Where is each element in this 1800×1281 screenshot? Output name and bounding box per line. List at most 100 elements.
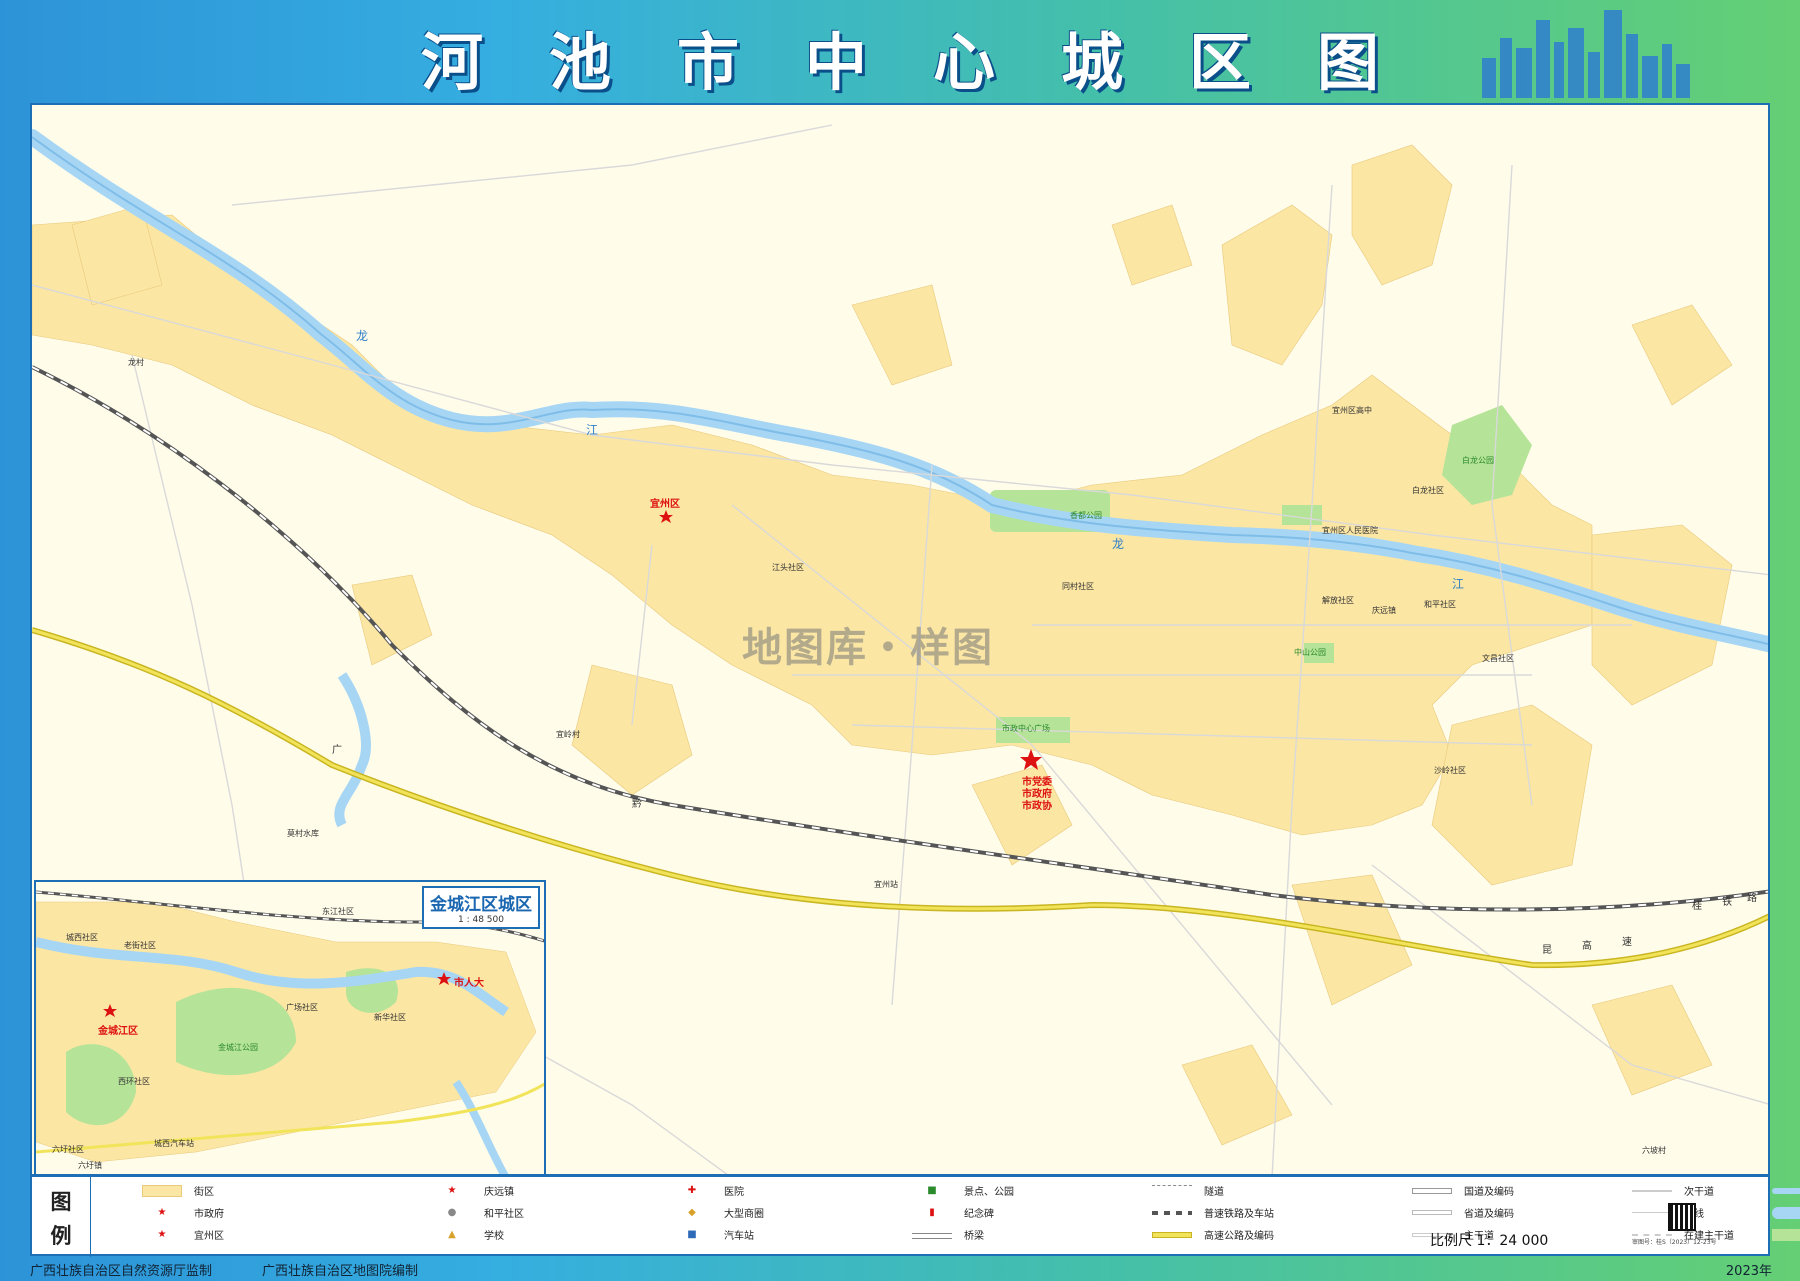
highway-label-4: 速 [1622,937,1632,948]
footer-compiler: 广西壮族自治区地图院编制 [262,1264,419,1279]
inset-liupo-label: 六圩社区 [52,1145,84,1154]
legend-label: 和平社区 [484,1209,524,1220]
footer-year: 2023年 [1725,1264,1772,1279]
map-title: 河池市中心城区图 [420,26,1445,99]
map-approval-number: 审图号：桂S（2023）12-23号 [1632,1239,1717,1246]
yiling-label: 宜岭村 [556,730,580,739]
legend-item-green: 绿地 [1772,1227,1800,1242]
school-label: 宜州区高中 [1332,406,1372,415]
legend-item-mall: ◆ 大型商圈 [672,1205,764,1221]
jiefang-label: 解放社区 [1322,596,1354,605]
longcun-label: 龙村 [128,358,144,367]
river-label-long: 龙 [356,329,369,343]
legend-item-national: 国道及编码 [1412,1183,1514,1198]
legend-item-star: ★ 宜州区 [142,1227,224,1243]
inset-dongjiang-label: 东江社区 [322,907,354,916]
block-icon [142,1184,182,1197]
bridge-icon [912,1233,952,1239]
liupo-label: 六坡村 [1642,1146,1666,1155]
inset-liuxu-label: 六圩镇 [78,1161,102,1170]
inset-xihuan-label: 西环社区 [118,1077,150,1086]
xiangdou-park-label: 香都公园 [1070,511,1102,520]
station-label: 宜州站 [874,880,898,889]
heping-label: 和平社区 [1424,600,1456,609]
legend-heading: 图例 [50,1190,72,1248]
inset-scale: 1 : 48 500 [458,915,504,925]
green-icon [1772,1228,1800,1241]
legend-label: 桥梁 [964,1231,984,1242]
legend-item-dot: ● 和平社区 [432,1205,524,1221]
legend-label: 宜州区 [194,1231,224,1242]
bailong-park-label: 白龙公园 [1462,456,1494,465]
legend-item-star-small: ★ 庆远镇 [432,1183,514,1199]
legend-label: 省道及编码 [1464,1209,1514,1220]
highway-label-2: 昆 [1542,945,1552,956]
inset-title-box: 金城江区城区 1 : 48 500 [422,886,540,929]
legend-item-hospital: ✚ 医院 [672,1183,744,1199]
river-label-long-2: 龙 [1112,537,1125,551]
hospital-label: 宜州区人民医院 [1322,526,1378,535]
legend-item-reservoir: 水库 [1772,1205,1800,1220]
branch-icon [1632,1212,1672,1213]
star-icon: ★ [157,1228,167,1240]
legend-item-park: ■ 景点、公园 [912,1183,1014,1199]
secondary-icon [1632,1189,1672,1192]
legend-label: 次干道 [1684,1187,1714,1198]
dot-icon: ● [447,1206,457,1218]
reservoir-icon [1772,1206,1800,1219]
scale-text: 比例尺 1：24 000 [1430,1233,1549,1249]
river-label-jiang: 江 [586,423,599,437]
rail-icon [1152,1210,1192,1215]
legend-item-water: 水系 [1772,1183,1800,1198]
main-map[interactable]: 龙 江 龙 江 宜州区 市党委 市政府 市政协 庆远镇 莫村水库 宜州站 龙村 … [30,103,1770,1176]
legend-label: 市政府 [194,1209,224,1220]
highway-label-1: 广 [332,745,342,756]
legend-item-monument: ▮ 纪念碑 [912,1205,994,1221]
legend-label: 汽车站 [724,1231,754,1242]
qingyuan-town-label: 庆远镇 [1372,606,1396,615]
construction-icon [1632,1233,1672,1236]
legend-label: 学校 [484,1231,504,1242]
inset-jinchengjiang-label: 金城江区 [98,1026,138,1037]
legend-item-rail: 普速铁路及车站 [1152,1205,1274,1220]
rail-label-4: 路 [1747,893,1757,904]
legend-item-bridge: 桥梁 [912,1227,984,1242]
highway-label-3: 高 [1582,941,1592,952]
legend-label: 庆远镇 [484,1187,514,1198]
park-icon: ■ [927,1184,937,1196]
bailong-label: 白龙社区 [1412,486,1444,495]
mall-icon: ◆ [688,1206,696,1218]
gov-label-3: 市政协 [1022,801,1052,812]
inset-park-label: 金城江公园 [218,1043,258,1052]
legend-label: 医院 [724,1187,744,1198]
legend-item-star: ★ 市政府 [142,1205,224,1221]
zhongshan-park-label: 中山公园 [1294,648,1326,657]
highway-icon [1152,1231,1192,1238]
legend-label: 景点、公园 [964,1187,1014,1198]
school-icon: ▲ [448,1228,456,1240]
inset-chengxi-label: 城西社区 [66,933,98,942]
qr-code-icon[interactable] [1668,1203,1696,1231]
legend-label: 隧道 [1204,1187,1224,1198]
footer-supervisor: 广西壮族自治区自然资源厅监制 [30,1264,213,1279]
rail-label-3: 铁 [1722,897,1732,908]
legend-item-school: ▲ 学校 [432,1227,504,1243]
provincial-icon [1412,1210,1452,1215]
tunnel-icon [1152,1184,1192,1197]
wenchang-label: 文昌社区 [1482,654,1514,663]
legend-label: 街区 [194,1187,214,1198]
inset-guangchang-label: 广场社区 [286,1003,318,1012]
shaling-label: 沙岭社区 [1434,766,1466,775]
hospital-icon: ✚ [687,1184,697,1196]
legend-item-block: 街区 [142,1183,214,1198]
inset-renda-label: 市人大 [454,978,484,989]
legend-item-tunnel: 隧道 [1152,1183,1224,1198]
plaza-label: 市政中心广场 [1002,724,1050,733]
legend-label: 国道及编码 [1464,1187,1514,1198]
inset-xinhua-label: 新华社区 [374,1013,406,1022]
legend-item-secondary: 次干道 [1632,1183,1714,1198]
footer: 广西壮族自治区自然资源厅监制 广西壮族自治区地图院编制 2023年 [0,1256,1800,1281]
river-label-jiang-2: 江 [1452,577,1465,591]
inset-map[interactable]: 金城江区城区 1 : 48 500 金城江区 市人大 金城江公园 西环社区 六圩… [34,880,546,1174]
legend-label: 大型商圈 [724,1209,764,1220]
